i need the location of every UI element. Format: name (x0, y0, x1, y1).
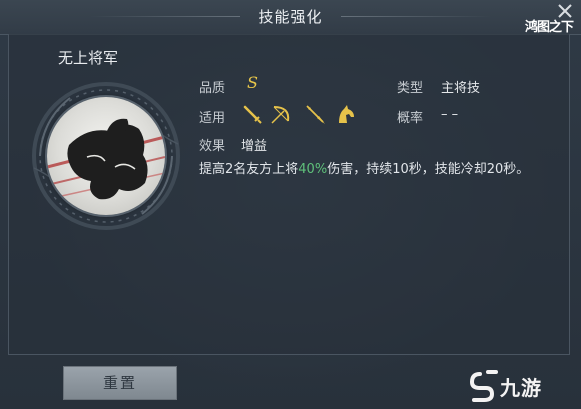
quality-label: 品质 (199, 81, 226, 96)
description-highlight: 40% (298, 162, 328, 177)
watermark-text: 九游 (500, 376, 542, 400)
description-text-after: 伤害，持续10秒，技能冷却20秒。 (327, 162, 530, 177)
effect-label: 效果 (199, 139, 226, 154)
page-title: 技能强化 (258, 8, 323, 26)
spear-icon (306, 105, 325, 124)
quality-value: S (247, 73, 258, 92)
probability-label: 概率 (397, 111, 424, 126)
game-logo-text: 鸿图之下 (524, 20, 574, 35)
type-label: 类型 (397, 81, 424, 96)
warrior-silhouette-icon (47, 118, 165, 200)
reset-button[interactable]: 重置 (63, 366, 177, 400)
skill-portrait-image (47, 97, 165, 215)
bow-icon (271, 106, 290, 124)
effect-value: 增益 (241, 139, 268, 154)
skill-portrait (30, 80, 182, 232)
horse-icon (339, 105, 354, 123)
skill-name: 无上将军 (58, 49, 119, 67)
title-bar: 技能强化 (0, 0, 581, 35)
description-text-before: 提高2名友方上将 (199, 162, 299, 177)
probability-value: – – (441, 107, 459, 122)
skill-description: 提高2名友方上将40%伤害，持续10秒，技能冷却20秒。 (199, 158, 569, 182)
title-decoration-right (341, 16, 491, 17)
type-value: 主将技 (441, 81, 481, 96)
applicable-label: 适用 (199, 111, 226, 126)
sword-icon (243, 105, 262, 124)
